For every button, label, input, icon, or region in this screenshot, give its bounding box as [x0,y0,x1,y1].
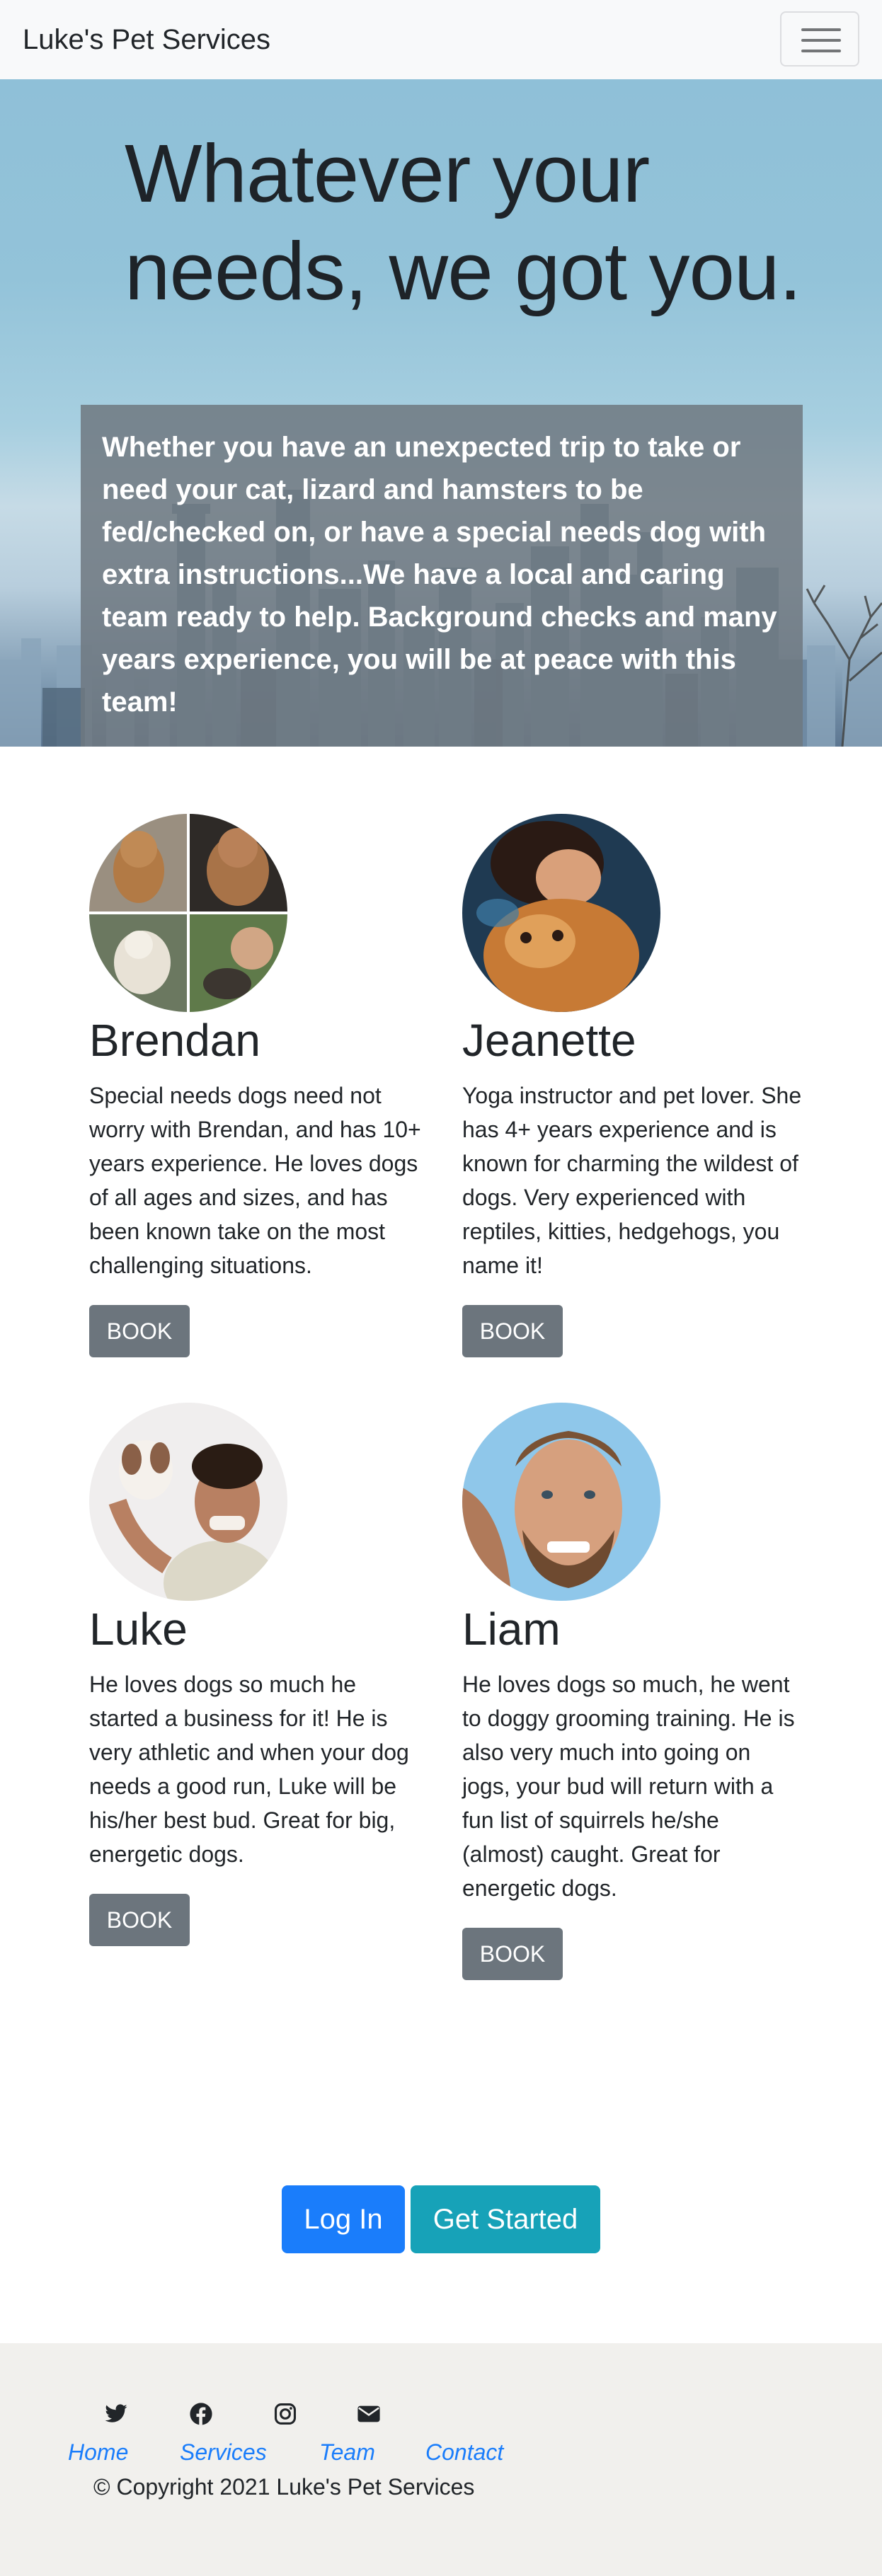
footer-link-contact[interactable]: Contact [425,2438,503,2466]
member-bio: Special needs dogs need not worry with B… [89,1083,421,1278]
navbar: Luke's Pet Services [0,0,882,79]
hero-title: Whatever your needs, we got you. [125,127,802,317]
envelope-icon[interactable] [357,2402,381,2426]
book-button[interactable]: BOOK [89,1305,190,1357]
book-button[interactable]: BOOK [89,1894,190,1946]
instagram-icon[interactable] [273,2402,297,2426]
navbar-brand[interactable]: Luke's Pet Services [23,23,270,57]
member-name: Luke [89,1604,188,1655]
member-name: Jeanette [462,1015,636,1066]
member-bio: He loves dogs so much he started a busin… [89,1672,409,1867]
menu-toggle-button[interactable] [780,11,859,67]
luke-avatar [89,1403,287,1601]
hero-description-box: Whether you have an unexpected trip to t… [81,405,803,747]
footer-link-services[interactable]: Services [180,2438,267,2466]
member-bio: He loves dogs so much, he went to doggy … [462,1672,795,1901]
footer-link-home[interactable]: Home [68,2438,128,2466]
member-bio: Yoga instructor and pet lover. She has 4… [462,1083,802,1278]
twitter-icon[interactable] [104,2402,128,2426]
facebook-icon[interactable] [189,2402,213,2426]
hero-section: Whatever your needs, we got you. Whether… [0,79,882,747]
hero-description: Whether you have an unexpected trip to t… [102,432,777,718]
footer-link-team[interactable]: Team [319,2438,375,2466]
jeanette-avatar [462,814,660,1012]
brendan-avatar [89,814,287,1012]
member-name: Liam [462,1604,561,1655]
login-button[interactable]: Log In [282,2185,405,2253]
book-button[interactable]: BOOK [462,1305,563,1357]
copyright-text: © Copyright 2021 Luke's Pet Services [93,2474,475,2500]
book-button[interactable]: BOOK [462,1928,563,1980]
get-started-button[interactable]: Get Started [411,2185,600,2253]
footer: Home Services Team Contact © Copyright 2… [0,2343,882,2576]
liam-avatar [462,1403,660,1601]
member-name: Brendan [89,1015,260,1066]
